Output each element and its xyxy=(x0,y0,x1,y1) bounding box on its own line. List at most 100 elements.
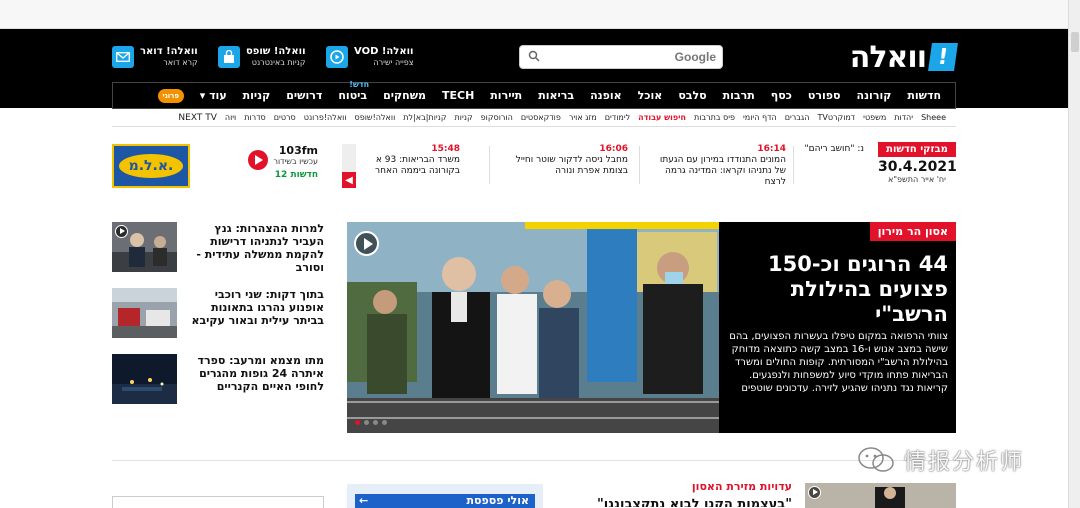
missed-box-header[interactable]: ← אולי פספסת xyxy=(355,494,535,508)
subnav-item[interactable]: ויוה xyxy=(221,113,240,122)
page-scrollbar[interactable] xyxy=(1068,0,1080,508)
hero-article[interactable]: אסון הר מירון 44 הרוגים וכ-150 פצועים בה… xyxy=(347,222,956,433)
ticker-divider xyxy=(793,146,794,184)
radio-widget[interactable]: 103fm עכשיו בשידור חדשות 12 xyxy=(248,144,318,188)
watermark-text: 情报分析师 xyxy=(904,450,1025,475)
ticker-date: 30.4.2021 xyxy=(878,159,957,175)
subnav-item[interactable]: יהדות xyxy=(890,113,917,122)
flash-time: 16:14 xyxy=(757,144,786,154)
flash-text: משרד הבריאות: 93 א בקורונה ביממה האחר xyxy=(375,155,460,176)
nav-travel[interactable]: תיירות xyxy=(482,89,530,102)
subnav-item[interactable]: פיס בתרבות xyxy=(690,113,739,122)
flash-time: 16:06 xyxy=(599,144,628,154)
subnav-item[interactable]: סדרות xyxy=(240,113,270,122)
radio-channel: חדשות 12 xyxy=(274,170,318,180)
subnav-item[interactable]: הורוסקופ xyxy=(477,113,517,122)
flash-text: המונים התנודדו במירון עם הגעתו של נתניהו… xyxy=(659,155,786,187)
nav-corona[interactable]: קורונה xyxy=(849,89,900,102)
ad-logo: א.ל.מ. xyxy=(118,154,184,178)
hero-accent-bar xyxy=(525,222,719,229)
flash-item[interactable]: 16:06 מחבל ניסה לדקור שוטר וחייל בצומת א… xyxy=(498,144,628,177)
flash-item[interactable]: 15:48 משרד הבריאות: 93 א בקורונה ביממה ה… xyxy=(356,144,460,177)
news-ticker: מבזקי חדשות 30.4.2021 יח' אייר התשפ"א נ:… xyxy=(112,140,957,192)
hero-category[interactable]: אסון הר מירון xyxy=(869,222,956,241)
nav-money[interactable]: כסף xyxy=(763,89,800,102)
subnav-item[interactable]: סרטים xyxy=(270,113,300,122)
flash-text: נ: "חושב ריהם" xyxy=(804,144,865,154)
radio-play-icon[interactable] xyxy=(248,150,268,170)
nav-culture[interactable]: תרבות xyxy=(715,89,763,102)
subnav-item[interactable]: הגברים xyxy=(781,113,814,122)
flash-item[interactable]: נ: "חושב ריהם" xyxy=(800,144,865,155)
nav-insurance-label: ביטוח xyxy=(338,89,368,102)
arrow-left-icon[interactable]: ← xyxy=(359,494,368,507)
nav-fashion[interactable]: אופנה xyxy=(582,89,630,102)
ticker-scroll: ◀ xyxy=(342,144,356,188)
new-badge: חדש! xyxy=(349,80,370,89)
service-shops-title: וואלה! שופס xyxy=(246,46,306,57)
nav-health[interactable]: בריאות xyxy=(530,89,582,102)
nav-more-dropdown[interactable]: עוד ▾ xyxy=(192,89,235,102)
ticker-arrow-left-icon[interactable]: ◀ xyxy=(342,172,356,188)
subnav-item[interactable]: קניות|בא|לת xyxy=(399,113,450,122)
nav-news[interactable]: חדשות xyxy=(899,89,949,102)
service-vod-sub: צפייה ישירה xyxy=(373,58,414,67)
mail-icon xyxy=(112,46,134,68)
nav-games[interactable]: משחקים xyxy=(375,89,434,102)
subnav-item[interactable]: לימודים xyxy=(601,113,634,122)
play-circle-icon xyxy=(326,46,348,68)
flash-news-header[interactable]: מבזקי חדשות 30.4.2021 יח' אייר התשפ"א xyxy=(878,142,957,190)
article-thumbnail xyxy=(112,288,177,338)
nav-food[interactable]: אוכל xyxy=(630,89,671,102)
bottom-article-thumbnail[interactable] xyxy=(805,483,956,508)
nav-celebs[interactable]: סלבס xyxy=(670,89,714,102)
side-article-list: למרות ההצהרות: גנץ העביר לנתניהו דרישות … xyxy=(112,222,324,420)
list-item[interactable]: מתו מצמא ומרעב: ספרד איתרה 24 גופות מהגר… xyxy=(112,354,324,406)
subnav-item-next-tv[interactable]: NEXT TV xyxy=(174,113,220,123)
video-icon xyxy=(808,486,821,499)
carousel-dot[interactable] xyxy=(373,420,378,425)
secondary-navigation: Sheee יהדות משפטי דמוקרטTV הגברים הדף הי… xyxy=(112,109,956,127)
service-mail-title: וואלה! דואר xyxy=(140,46,198,57)
carousel-dot[interactable] xyxy=(355,420,360,425)
subnav-item[interactable]: קניות xyxy=(451,113,477,122)
missed-box-title: אולי פספסת xyxy=(466,494,529,507)
nav-sport[interactable]: ספורט xyxy=(800,89,849,102)
subnav-item[interactable]: פודקאסטים xyxy=(517,113,565,122)
subnav-item[interactable]: דמוקרטTV xyxy=(813,113,859,122)
subnav-item[interactable]: משפטי xyxy=(859,113,890,122)
bottom-article-headline: "בעצמות הקנו לבוא נתקצבוננו" xyxy=(597,497,792,507)
list-item[interactable]: למרות ההצהרות: גנץ העביר לנתניהו דרישות … xyxy=(112,222,324,274)
scrollbar-thumb[interactable] xyxy=(1071,32,1079,52)
advertisement-banner[interactable]: א.ל.מ. xyxy=(112,144,190,188)
video-icon xyxy=(115,225,128,238)
nav-shopping[interactable]: קניות xyxy=(235,89,279,102)
hero-video-play-icon[interactable] xyxy=(354,231,379,256)
service-vod[interactable]: וואלה! VOD צפייה ישירה xyxy=(326,44,413,70)
carousel-dot[interactable] xyxy=(382,420,387,425)
wechat-icon xyxy=(858,447,894,472)
flash-item[interactable]: 16:14 המונים התנודדו במירון עם הגעתו של … xyxy=(648,144,786,188)
subnav-item[interactable]: וואלה!שופס xyxy=(351,113,400,122)
search-input[interactable]: Google xyxy=(519,45,723,69)
partner-badge[interactable]: פרוגי xyxy=(157,88,184,103)
subnav-item[interactable]: מזג אויר xyxy=(565,113,601,122)
service-shops[interactable]: וואלה! שופס קניות באינטרנט xyxy=(218,44,306,70)
subnav-item[interactable]: וואלה!פרונט xyxy=(300,113,351,122)
site-logo[interactable]: ! וואלה xyxy=(850,40,958,75)
list-item[interactable]: בתוך דקות: שני רוכבי אופנוע נהרגו בתאונו… xyxy=(112,288,324,340)
section-divider xyxy=(112,460,956,461)
subnav-item-jobs-search[interactable]: חיפוש עבודה xyxy=(634,113,690,122)
hero-headline[interactable]: 44 הרוגים וכ-150 פצועים בהילולת הרשב"י xyxy=(728,252,948,327)
subnav-item[interactable]: הדף היומי xyxy=(739,113,781,122)
subnav-item[interactable]: Sheee xyxy=(917,113,950,122)
article-title: למרות ההצהרות: גנץ העביר לנתניהו דרישות … xyxy=(196,222,324,274)
bottom-article[interactable]: עדויות מזירת האסון "בעצמות הקנו לבוא נתק… xyxy=(556,480,792,508)
bottom-photo xyxy=(805,483,956,508)
nav-tech[interactable]: TECH xyxy=(434,89,482,102)
carousel-dot[interactable] xyxy=(364,420,369,425)
search-icon[interactable] xyxy=(528,50,540,62)
nav-insurance[interactable]: חדש! ביטוח xyxy=(330,80,375,102)
nav-jobs[interactable]: דרושים xyxy=(278,89,330,102)
service-mail[interactable]: וואלה! דואר קרא דואר xyxy=(112,44,198,70)
